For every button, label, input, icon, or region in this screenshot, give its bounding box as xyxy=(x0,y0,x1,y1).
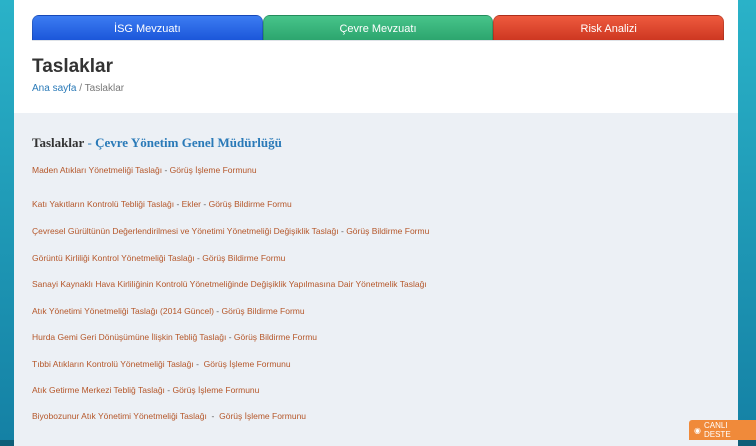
document-item: Görüntü Kirliliği Kontrol Yönetmeliği Ta… xyxy=(32,253,285,263)
live-support-label: CANLI DESTE xyxy=(703,421,731,439)
chat-icon: ◉ xyxy=(694,425,701,435)
document-form-link[interactable]: Görüş Bildirme Formu xyxy=(209,199,292,209)
document-form-link[interactable]: Görüş İşleme Formunu xyxy=(172,385,259,395)
document-link[interactable]: Çevresel Gürültünün Değerlendirilmesi ve… xyxy=(32,226,339,236)
document-form-link[interactable]: Görüş İşleme Formunu xyxy=(170,165,257,175)
document-form-link[interactable]: Görüş İşleme Formunu xyxy=(204,359,291,369)
document-link[interactable]: Maden Atıkları Yönetmeliği Taslağı xyxy=(32,165,162,175)
tabs-divider xyxy=(32,40,724,41)
document-form-link[interactable]: Görüş Bildirme Formu xyxy=(234,332,317,342)
document-link[interactable]: Tıbbi Atıkların Kontrolü Yönetmeliği Tas… xyxy=(32,359,194,369)
document-item: Sanayi Kaynaklı Hava Kirliliğinin Kontro… xyxy=(32,279,427,289)
document-separator: - xyxy=(174,199,182,209)
document-link[interactable]: Biyobozunur Atık Yönetimi Yönetmeliği Ta… xyxy=(32,411,207,421)
document-item: Biyobozunur Atık Yönetimi Yönetmeliği Ta… xyxy=(32,411,306,421)
page-container: İSG Mevzuatı Çevre Mevzuatı Risk Analizi… xyxy=(14,0,738,446)
document-separator: - xyxy=(193,359,204,369)
document-item: Hurda Gemi Geri Dönüşümüne İlişkin Tebli… xyxy=(32,332,317,342)
document-item: Atık Getirme Merkezi Tebliğ Taslağı - Gö… xyxy=(32,385,259,395)
tab-cevre-mevzuati[interactable]: Çevre Mevzuatı xyxy=(262,15,494,41)
document-item: Maden Atıkları Yönetmeliği Taslağı - Gör… xyxy=(32,165,257,175)
document-form-link[interactable]: Görüş Bildirme Formu xyxy=(221,306,304,316)
breadcrumb-separator: / xyxy=(76,83,85,94)
document-separator: - xyxy=(162,165,170,175)
breadcrumb-home-link[interactable]: Ana sayfa xyxy=(32,83,76,94)
content-area: Taslaklar - Çevre Yönetim Genel Müdürlüğ… xyxy=(14,113,738,446)
document-form-link[interactable]: Görüş Bildirme Formu xyxy=(346,226,429,236)
section-title-org: Çevre Yönetim Genel Müdürlüğü xyxy=(95,135,282,150)
document-separator: - xyxy=(206,411,220,421)
document-separator: - xyxy=(226,332,234,342)
document-item: Atık Yönetimi Yönetmeliği Taslağı (2014 … xyxy=(32,306,305,316)
top-tabs: İSG Mevzuatı Çevre Mevzuatı Risk Analizi xyxy=(32,15,725,41)
document-link[interactable]: Sanayi Kaynaklı Hava Kirliliğinin Kontro… xyxy=(32,279,427,289)
document-attachments-link[interactable]: Ekler xyxy=(182,199,201,209)
section-title-text: Taslaklar xyxy=(32,135,85,150)
document-form-link[interactable]: Görüş Bildirme Formu xyxy=(202,253,285,263)
document-link[interactable]: Hurda Gemi Geri Dönüşümüne İlişkin Tebli… xyxy=(32,332,226,342)
document-link[interactable]: Atık Getirme Merkezi Tebliğ Taslağı xyxy=(32,385,165,395)
document-link[interactable]: Görüntü Kirliliği Kontrol Yönetmeliği Ta… xyxy=(32,253,195,263)
document-form-link[interactable]: Görüş İşleme Formunu xyxy=(219,411,306,421)
background-right xyxy=(738,0,756,446)
page-title: Taslaklar xyxy=(32,56,113,77)
section-title-separator: - xyxy=(84,135,96,150)
live-support-button[interactable]: ◉ CANLI DESTE xyxy=(689,420,756,440)
section-title: Taslaklar - Çevre Yönetim Genel Müdürlüğ… xyxy=(32,135,282,151)
document-item: Katı Yakıtların Kontrolü Tebliği Taslağı… xyxy=(32,199,292,209)
document-link[interactable]: Katı Yakıtların Kontrolü Tebliği Taslağı xyxy=(32,199,174,209)
document-item: Tıbbi Atıkların Kontrolü Yönetmeliği Tas… xyxy=(32,359,291,369)
document-item: Çevresel Gürültünün Değerlendirilmesi ve… xyxy=(32,226,429,236)
breadcrumb: Ana sayfa / Taslaklar xyxy=(32,83,124,94)
document-link[interactable]: Atık Yönetimi Yönetmeliği Taslağı (2014 … xyxy=(32,306,214,316)
background-left xyxy=(0,0,14,446)
tab-risk-analizi[interactable]: Risk Analizi xyxy=(493,15,725,41)
document-separator: - xyxy=(201,199,209,209)
breadcrumb-current: Taslaklar xyxy=(84,83,125,94)
tab-isg-mevzuati[interactable]: İSG Mevzuatı xyxy=(32,15,263,41)
